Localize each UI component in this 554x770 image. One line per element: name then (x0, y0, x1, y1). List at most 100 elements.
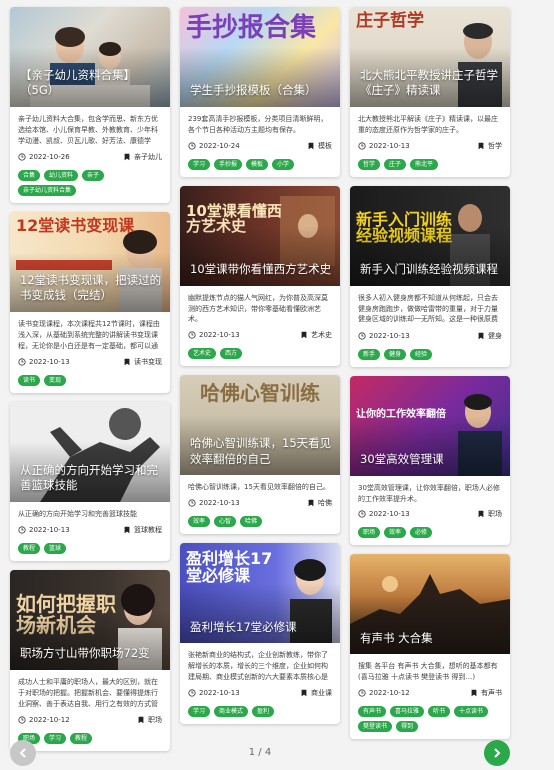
bookmark-icon (124, 526, 130, 534)
resource-card[interactable]: 盈利增长17堂必修课 盈利增长17堂必修课 张艳新商业的结构式，企业创新教练，带… (180, 543, 340, 725)
card-thumbnail[interactable]: 手抄报合集 学生手抄报模板（合集） (180, 7, 340, 107)
card-category[interactable]: 亲子幼儿 (134, 152, 162, 162)
card-category[interactable]: 艺术史 (311, 330, 332, 340)
tag[interactable]: 哈佛 (240, 516, 263, 528)
tag[interactable]: 读书 (18, 375, 41, 386)
tag[interactable]: 手抄报 (214, 158, 243, 170)
card-title[interactable]: 【亲子幼儿资料合集】（5G） (20, 68, 162, 99)
tag[interactable]: 十点读书 (454, 706, 489, 718)
card-title[interactable]: 10堂课带你看懂西方艺术史 (190, 262, 332, 278)
card-description: 从正确的方向开始学习和完善篮球技能 (18, 510, 137, 518)
tag[interactable]: 模板 (246, 158, 269, 170)
tag[interactable]: 艺术史 (188, 348, 217, 360)
card-title[interactable]: 从正确的方向开始学习和完善篮球技能 (20, 463, 162, 494)
tag[interactable]: 有声书 (358, 706, 387, 718)
resource-card[interactable]: 从正确的方向开始学习和完善篮球技能 从正确的方向开始学习和完善篮球技能 2022… (10, 402, 170, 561)
card-category[interactable]: 职场 (148, 715, 162, 725)
tag[interactable]: 哲学 (358, 158, 381, 170)
card-date: 2022-10-13 (369, 331, 410, 340)
card-thumbnail[interactable]: 庄子哲学 北大熊北平教授讲庄子哲学《庄子》精读课 (350, 7, 510, 107)
resource-card[interactable]: 如何把握职场新机会 职场方寸山带你职场72变 成功人士和平庸的职场人，最大的区别… (10, 569, 170, 751)
card-thumbnail[interactable]: 【亲子幼儿资料合集】（5G） (10, 7, 170, 107)
tag[interactable]: 教程 (18, 542, 41, 554)
bookmark-icon (138, 716, 144, 724)
card-description: 239套高清手抄报模板，分类项目清晰鲜明，各个节日各种活动方主题均有保存。 (188, 115, 328, 134)
card-title[interactable]: 30堂高效管理课 (360, 452, 502, 468)
resource-card[interactable]: 10堂课看懂西方艺术史 10堂课带你看懂西方艺术史 幽默提炼节点的猫人气网红，为… (180, 185, 340, 367)
card-thumbnail[interactable]: 让你的工作效率翻倍 30堂高效管理课 (350, 375, 510, 476)
tag[interactable]: 樊登读书 (358, 721, 393, 733)
tag[interactable]: 必修 (410, 527, 433, 539)
tag[interactable]: 得到 (396, 721, 419, 733)
clock-icon (18, 153, 26, 161)
tag[interactable]: 新手 (358, 348, 381, 360)
tag[interactable]: 变现 (44, 375, 67, 386)
thumbnail-art-text: 12堂读书变现课 (16, 216, 135, 235)
page-indicator: 1 / 4 (248, 747, 272, 758)
tag[interactable]: 学习 (188, 706, 211, 718)
tag[interactable]: 效率 (188, 516, 211, 528)
resource-card[interactable]: 新手入门训练经验视频课程 新手入门训练经验视频课程 很多人初入健身房都不知道从何… (350, 185, 510, 367)
card-title[interactable]: 北大熊北平教授讲庄子哲学《庄子》精读课 (360, 68, 502, 99)
resource-card[interactable]: 手抄报合集 学生手抄报模板（合集） 239套高清手抄报模板，分类项目清晰鲜明，各… (180, 7, 340, 177)
card-thumbnail[interactable]: 从正确的方向开始学习和完善篮球技能 (10, 402, 170, 502)
card-thumbnail[interactable]: 盈利增长17堂必修课 盈利增长17堂必修课 (180, 543, 340, 644)
resource-card[interactable]: 让你的工作效率翻倍 30堂高效管理课 30堂高效管理课，让你效率翻倍，职场人必修… (350, 375, 510, 546)
card-category[interactable]: 商业课 (311, 688, 332, 698)
card-thumbnail[interactable]: 12堂读书变现课 12堂读书变现课，把读过的书变成钱（完结） (10, 212, 170, 312)
tag[interactable]: 心智 (214, 516, 237, 528)
tag[interactable]: 幼儿资料 (44, 170, 79, 181)
card-date: 2022-10-24 (199, 141, 240, 150)
resource-card[interactable]: 有声书 大合集 搜集 各平台 有声书 大合集，想听的基本都有(喜马拉雅 十点读书… (350, 554, 510, 740)
tag[interactable]: 亲子 (82, 170, 105, 181)
card-category[interactable]: 哈佛 (318, 498, 332, 508)
tag[interactable]: 小学 (272, 158, 295, 170)
resource-card[interactable]: 哈佛心智训练 哈佛心智训练课，15天看见效率翻倍的自己 哈佛心智训练课，15天看… (180, 375, 340, 535)
card-category[interactable]: 读书变现 (134, 357, 162, 367)
tag[interactable]: 亲子幼儿资料合集 (18, 185, 77, 196)
tag[interactable]: 商业模式 (214, 706, 249, 718)
tag-list: 哲学 庄子 熊北平 (358, 158, 502, 170)
tag[interactable]: 经验 (410, 348, 433, 360)
card-title[interactable]: 哈佛心智训练课，15天看见效率翻倍的自己 (190, 436, 332, 467)
card-category[interactable]: 篮球教程 (134, 525, 162, 535)
tag[interactable]: 学习 (188, 158, 211, 170)
tag[interactable]: 熊北平 (410, 158, 439, 170)
tag[interactable]: 西方 (220, 348, 243, 360)
clock-icon (188, 142, 196, 150)
clock-icon (188, 499, 196, 507)
card-category[interactable]: 健身 (488, 331, 502, 341)
tag[interactable]: 庄子 (384, 158, 407, 170)
card-title[interactable]: 职场方寸山带你职场72变 (20, 646, 162, 662)
card-thumbnail[interactable]: 哈佛心智训练 哈佛心智训练课，15天看见效率翻倍的自己 (180, 375, 340, 476)
tag[interactable]: 健身 (384, 348, 407, 360)
tag[interactable]: 盈利 (252, 706, 275, 718)
pagination: 1 / 4 (10, 740, 510, 766)
card-date: 2022-10-13 (369, 141, 410, 150)
tag[interactable]: 喜马拉雅 (390, 706, 425, 718)
resource-card[interactable]: 【亲子幼儿资料合集】（5G） 亲子幼儿资料大合集，包含学而思、新东方优选绘本馆、… (10, 7, 170, 203)
next-page-button[interactable] (484, 740, 510, 766)
card-thumbnail[interactable]: 10堂课看懂西方艺术史 10堂课带你看懂西方艺术史 (180, 185, 340, 286)
card-category[interactable]: 哲学 (488, 141, 502, 151)
tag[interactable]: 合集 (18, 170, 41, 181)
tag[interactable]: 听书 (428, 706, 451, 718)
card-title[interactable]: 学生手抄报模板（合集） (190, 83, 332, 99)
card-category[interactable]: 职场 (488, 509, 502, 519)
card-description: 搜集 各平台 有声书 大合集，想听的基本都有(喜马拉雅 十点读书 樊登读书 得到… (358, 662, 498, 682)
card-thumbnail[interactable]: 如何把握职场新机会 职场方寸山带你职场72变 (10, 569, 170, 670)
card-title[interactable]: 12堂读书变现课，把读过的书变成钱（完结） (20, 273, 162, 304)
tag[interactable]: 效率 (384, 527, 407, 539)
tag-list: 有声书 喜马拉雅 听书 十点读书 樊登读书 得到 (358, 706, 502, 733)
card-category[interactable]: 有声书 (481, 688, 502, 698)
card-title[interactable]: 有声书 大合集 (360, 631, 502, 647)
resource-card[interactable]: 庄子哲学 北大熊北平教授讲庄子哲学《庄子》精读课 北大教授熊北平解读《庄子》精读… (350, 7, 510, 177)
card-thumbnail[interactable]: 新手入门训练经验视频课程 新手入门训练经验视频课程 (350, 185, 510, 286)
tag[interactable]: 职场 (358, 527, 381, 539)
card-title[interactable]: 盈利增长17堂必修课 (190, 620, 332, 636)
resource-card[interactable]: 12堂读书变现课 12堂读书变现课，把读过的书变成钱（完结） 读书变现课程，本次… (10, 212, 170, 393)
tag[interactable]: 篮球 (44, 542, 67, 554)
card-thumbnail[interactable]: 有声书 大合集 (350, 554, 510, 655)
card-title[interactable]: 新手入门训练经验视频课程 (360, 262, 502, 278)
card-category[interactable]: 模板 (318, 141, 332, 151)
